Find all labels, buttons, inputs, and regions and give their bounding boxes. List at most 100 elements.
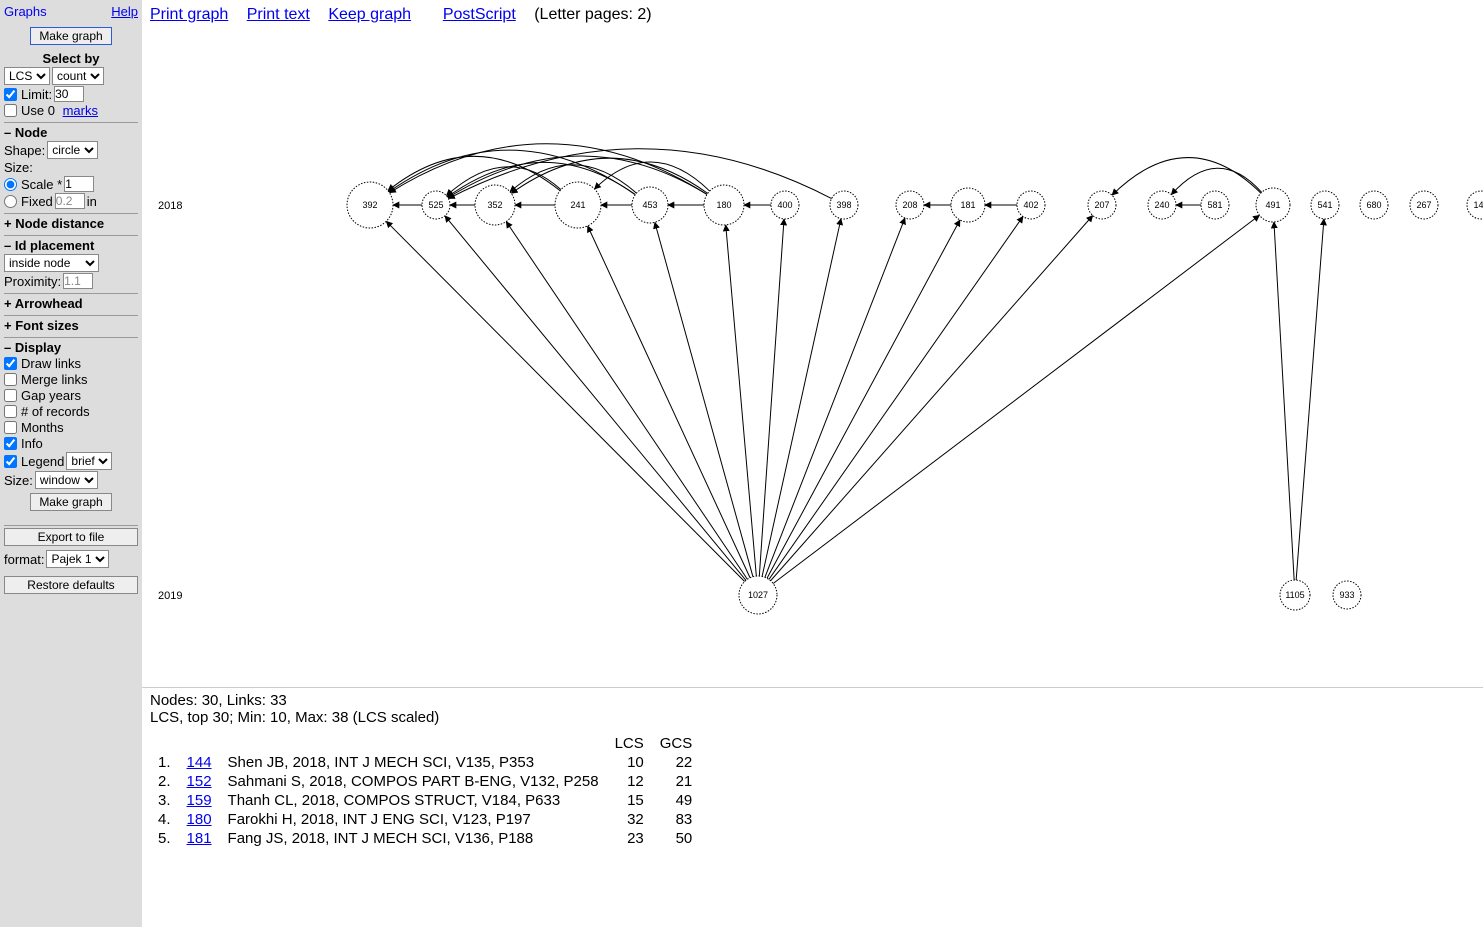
record-id-link[interactable]: 144 xyxy=(187,754,212,771)
arrowhead-heading[interactable]: + Arrowhead xyxy=(4,293,138,311)
record-id-link[interactable]: 152 xyxy=(187,773,212,790)
svg-text:933: 933 xyxy=(1339,590,1354,600)
fixed-label: Fixed xyxy=(21,194,53,209)
size-label: Size: xyxy=(4,160,138,175)
record-text: Fang JS, 2018, INT J MECH SCI, V136, P18… xyxy=(220,829,607,848)
help-link[interactable]: Help xyxy=(111,4,138,19)
record-id-cell: 152 xyxy=(179,772,220,791)
limit-checkbox[interactable] xyxy=(4,88,17,101)
legend-label: Legend xyxy=(21,454,64,469)
svg-text:352: 352 xyxy=(487,200,502,210)
merge-links-label: Merge links xyxy=(21,372,87,387)
print-graph-link[interactable]: Print graph xyxy=(150,6,228,23)
months-label: Months xyxy=(21,420,64,435)
select-by-mode[interactable]: count xyxy=(52,67,104,85)
make-graph-button[interactable]: Make graph xyxy=(30,27,111,45)
svg-text:181: 181 xyxy=(960,200,975,210)
row-num: 3. xyxy=(150,791,179,810)
num-records-checkbox[interactable] xyxy=(4,405,17,418)
info-checkbox[interactable] xyxy=(4,437,17,450)
shape-label: Shape: xyxy=(4,143,45,158)
svg-text:180: 180 xyxy=(716,200,731,210)
select-by-field[interactable]: LCS xyxy=(4,67,50,85)
svg-text:2018: 2018 xyxy=(158,200,182,212)
row-num: 1. xyxy=(150,753,179,772)
svg-text:541: 541 xyxy=(1317,200,1332,210)
size2-select[interactable]: window xyxy=(35,471,98,489)
limit-label: Limit: xyxy=(21,87,52,102)
draw-links-checkbox[interactable] xyxy=(4,357,17,370)
print-text-link[interactable]: Print text xyxy=(247,6,310,23)
scale-label: Scale * xyxy=(21,177,62,192)
table-row: 5. 181 Fang JS, 2018, INT J MECH SCI, V1… xyxy=(150,829,700,848)
row-num: 4. xyxy=(150,810,179,829)
gap-years-label: Gap years xyxy=(21,388,81,403)
keep-graph-link[interactable]: Keep graph xyxy=(328,6,411,23)
info-panel: Nodes: 30, Links: 33 LCS, top 30; Min: 1… xyxy=(142,687,1483,927)
svg-text:581: 581 xyxy=(1207,200,1222,210)
record-id-cell: 180 xyxy=(179,810,220,829)
svg-text:491: 491 xyxy=(1265,200,1280,210)
record-id-cell: 159 xyxy=(179,791,220,810)
fixed-input xyxy=(55,193,85,209)
table-row: 4. 180 Farokhi H, 2018, INT J ENG SCI, V… xyxy=(150,810,700,829)
record-lcs: 32 xyxy=(607,810,652,829)
record-gcs: 49 xyxy=(652,791,701,810)
record-gcs: 22 xyxy=(652,753,701,772)
svg-text:1027: 1027 xyxy=(748,590,768,600)
font-sizes-heading[interactable]: + Font sizes xyxy=(4,315,138,333)
node-distance-heading[interactable]: + Node distance xyxy=(4,213,138,231)
display-heading[interactable]: – Display xyxy=(4,337,138,355)
shape-select[interactable]: circle xyxy=(47,141,98,159)
graph-canvas: 2018201939252535224145318040039820818140… xyxy=(142,30,1483,687)
gap-years-checkbox[interactable] xyxy=(4,389,17,402)
make-graph-button-2[interactable]: Make graph xyxy=(30,493,111,511)
record-text: Farokhi H, 2018, INT J ENG SCI, V123, P1… xyxy=(220,810,607,829)
scale-input[interactable] xyxy=(64,176,94,192)
hdr-lcs: LCS xyxy=(607,734,652,753)
table-row: 2. 152 Sahmani S, 2018, COMPOS PART B-EN… xyxy=(150,772,700,791)
record-id-cell: 181 xyxy=(179,829,220,848)
topbar: Print graph Print text Keep graph PostSc… xyxy=(142,0,1483,30)
svg-text:208: 208 xyxy=(902,200,917,210)
format-select[interactable]: Pajek 1 xyxy=(46,550,109,568)
marks-link[interactable]: marks xyxy=(63,103,98,118)
restore-defaults-button[interactable]: Restore defaults xyxy=(4,576,138,594)
legend-select[interactable]: brief xyxy=(66,452,112,470)
record-lcs: 23 xyxy=(607,829,652,848)
sidebar: Graphs Help Make graph Select by LCS cou… xyxy=(0,0,142,927)
svg-text:267: 267 xyxy=(1416,200,1431,210)
hdr-gcs: GCS xyxy=(652,734,701,753)
merge-links-checkbox[interactable] xyxy=(4,373,17,386)
months-checkbox[interactable] xyxy=(4,421,17,434)
svg-text:398: 398 xyxy=(836,200,851,210)
record-gcs: 83 xyxy=(652,810,701,829)
scale-radio[interactable] xyxy=(4,178,17,191)
info-line1: Nodes: 30, Links: 33 xyxy=(150,692,1475,709)
export-button[interactable]: Export to file xyxy=(4,528,138,546)
svg-text:2019: 2019 xyxy=(158,590,182,602)
fixed-radio[interactable] xyxy=(4,195,17,208)
node-heading[interactable]: – Node xyxy=(4,122,138,140)
use0-label: Use 0 xyxy=(21,103,55,118)
limit-input[interactable] xyxy=(54,86,84,102)
use0-checkbox[interactable] xyxy=(4,104,17,117)
record-gcs: 21 xyxy=(652,772,701,791)
record-id-link[interactable]: 180 xyxy=(187,811,212,828)
id-placement-heading[interactable]: – Id placement xyxy=(4,235,138,253)
draw-links-label: Draw links xyxy=(21,356,81,371)
svg-text:402: 402 xyxy=(1023,200,1038,210)
num-records-label: # of records xyxy=(21,404,90,419)
id-placement-select[interactable]: inside node xyxy=(4,254,99,272)
svg-text:144: 144 xyxy=(1473,200,1483,210)
postscript-link[interactable]: PostScript xyxy=(443,6,516,23)
row-num: 5. xyxy=(150,829,179,848)
record-text: Thanh CL, 2018, COMPOS STRUCT, V184, P63… xyxy=(220,791,607,810)
size2-label: Size: xyxy=(4,473,33,488)
record-id-link[interactable]: 159 xyxy=(187,792,212,809)
fixed-unit: in xyxy=(87,194,97,209)
legend-checkbox[interactable] xyxy=(4,455,17,468)
record-lcs: 12 xyxy=(607,772,652,791)
record-lcs: 10 xyxy=(607,753,652,772)
record-id-link[interactable]: 181 xyxy=(187,830,212,847)
